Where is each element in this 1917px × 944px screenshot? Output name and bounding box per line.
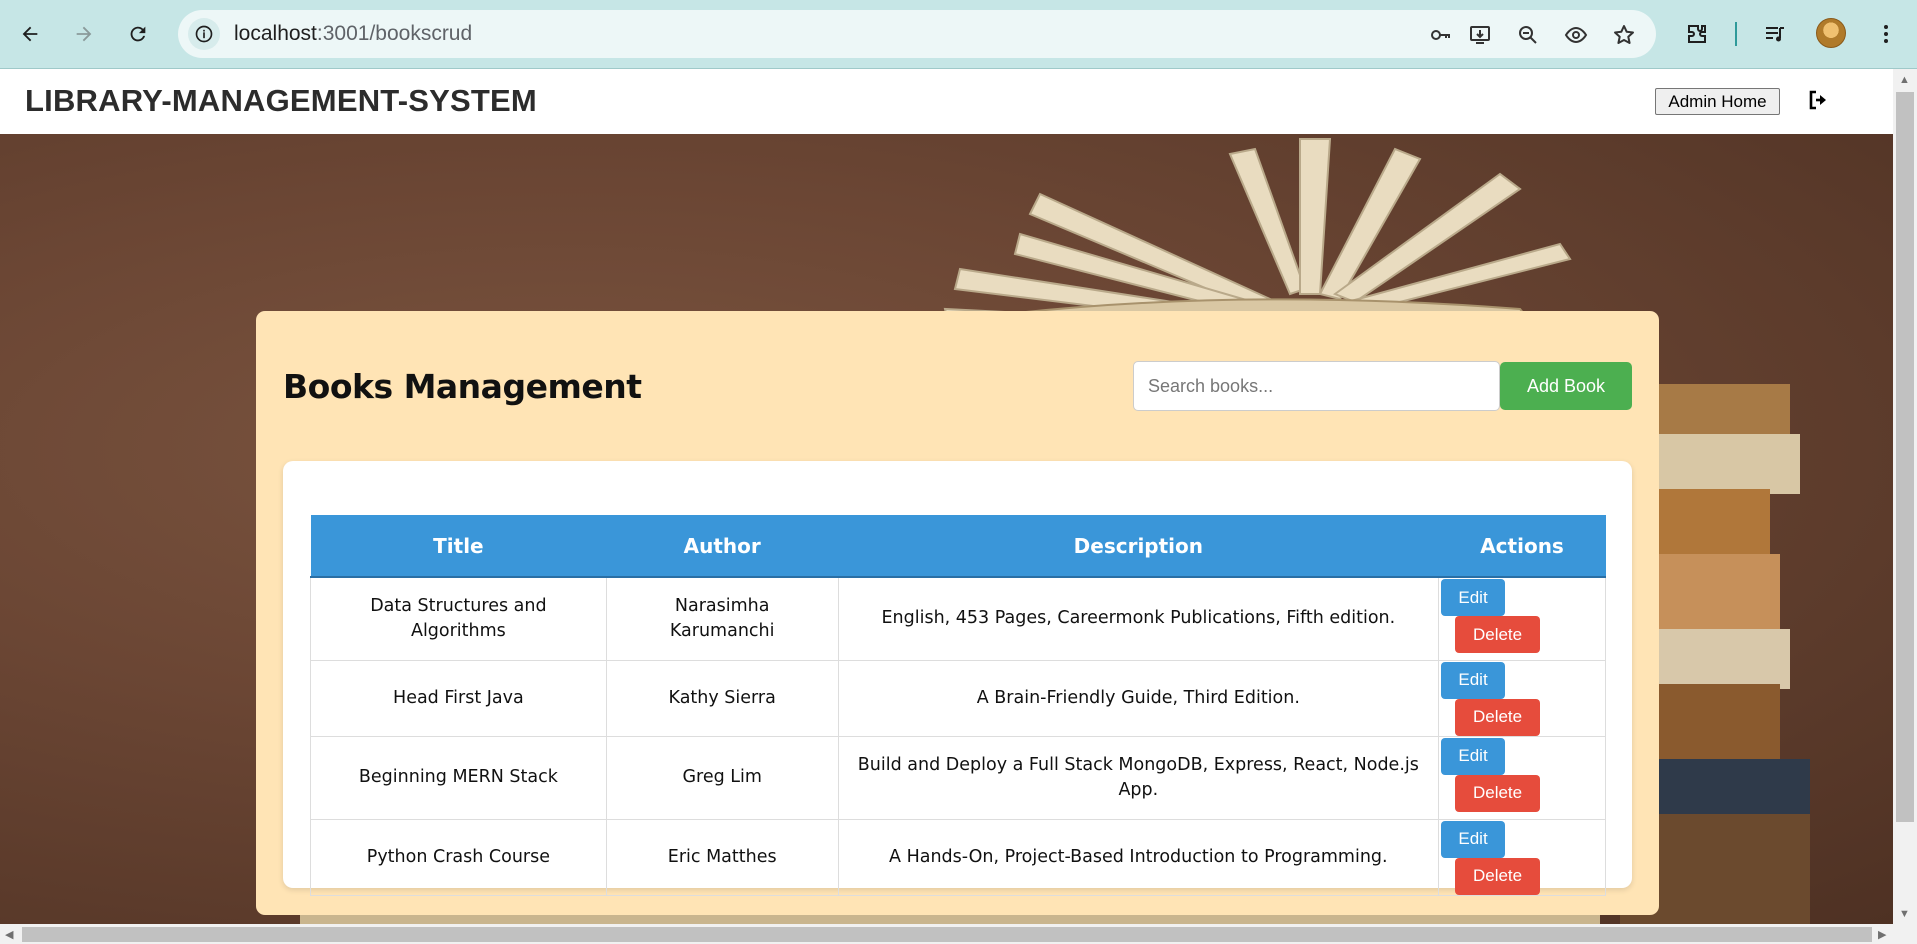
horizontal-scroll-thumb[interactable] — [22, 927, 1872, 942]
extensions-icon[interactable] — [1679, 16, 1715, 52]
eye-icon[interactable] — [1563, 22, 1589, 48]
table-row: Beginning MERN Stack Greg Lim Build and … — [310, 735, 1606, 820]
bookmark-star-icon[interactable] — [1611, 22, 1637, 48]
delete-button[interactable]: Delete — [1455, 774, 1541, 812]
table-row: Head First Java Kathy Sierra A Brain-Fri… — [310, 659, 1606, 737]
cell-author: Narasimha Karumanchi — [605, 576, 839, 661]
browser-toolbar: localhost:3001/bookscrud — [0, 0, 1917, 69]
more-menu-icon[interactable] — [1868, 16, 1904, 52]
url-text[interactable]: localhost:3001/bookscrud — [234, 22, 472, 46]
site-info-icon[interactable] — [188, 18, 220, 50]
app-title: LIBRARY-MANAGEMENT-SYSTEM — [25, 83, 537, 118]
cell-title: Beginning MERN Stack — [310, 735, 607, 820]
delete-button[interactable]: Delete — [1455, 616, 1541, 653]
logout-icon[interactable] — [1803, 85, 1833, 115]
toolbar-divider — [1735, 22, 1737, 46]
column-header-author: Author — [606, 515, 839, 578]
search-input[interactable] — [1133, 361, 1500, 411]
table-header-row: Title Author Description Actions — [310, 515, 1606, 578]
app-header: LIBRARY-MANAGEMENT-SYSTEM Admin Home — [0, 69, 1893, 134]
key-icon[interactable] — [1428, 22, 1454, 48]
cell-author: Greg Lim — [605, 735, 839, 820]
address-bar[interactable]: localhost:3001/bookscrud — [178, 10, 1656, 58]
cell-title: Python Crash Course — [310, 818, 607, 896]
table-row: Data Structures and Algorithms Narasimha… — [310, 576, 1606, 661]
books-table: Title Author Description Actions Data St… — [310, 515, 1606, 896]
edit-button[interactable]: Edit — [1441, 579, 1506, 616]
column-header-title: Title — [310, 515, 607, 578]
delete-button[interactable]: Delete — [1455, 698, 1541, 736]
edit-button[interactable]: Edit — [1441, 661, 1506, 699]
cell-actions: EditDelete — [1438, 818, 1606, 896]
install-app-icon[interactable] — [1467, 22, 1493, 48]
url-path: :3001/bookscrud — [316, 22, 473, 45]
add-book-button[interactable]: Add Book — [1500, 362, 1632, 410]
scroll-down-arrow-icon[interactable]: ▼ — [1899, 908, 1910, 920]
cell-description: A Brain-Friendly Guide, Third Edition. — [837, 659, 1440, 737]
edit-button[interactable]: Edit — [1441, 820, 1506, 858]
zoom-icon[interactable] — [1515, 22, 1541, 48]
table-card: Title Author Description Actions Data St… — [283, 461, 1632, 896]
cell-actions: EditDelete — [1438, 659, 1606, 737]
profile-avatar[interactable] — [1816, 18, 1846, 48]
admin-home-button[interactable]: Admin Home — [1655, 88, 1780, 115]
scroll-up-arrow-icon[interactable]: ▲ — [1899, 74, 1910, 86]
cell-title: Data Structures and Algorithms — [310, 576, 607, 661]
edit-button[interactable]: Edit — [1441, 737, 1506, 775]
vertical-scroll-thumb[interactable] — [1896, 92, 1914, 822]
cell-actions: EditDelete — [1438, 576, 1606, 661]
scroll-left-arrow-icon[interactable]: ◀ — [5, 928, 13, 941]
cell-description: English, 453 Pages, Careermonk Publicati… — [837, 576, 1440, 661]
cell-description: A Hands-On, Project-Based Introduction t… — [837, 818, 1440, 896]
cell-author: Eric Matthes — [605, 818, 839, 896]
books-management-panel: Books Management Add Book Title Author D… — [256, 311, 1659, 915]
cell-description: Build and Deploy a Full Stack MongoDB, E… — [837, 735, 1440, 820]
page-title: Books Management — [283, 367, 642, 406]
forward-icon[interactable] — [66, 16, 102, 52]
cell-title: Head First Java — [310, 659, 607, 737]
column-header-description: Description — [838, 515, 1439, 578]
back-icon[interactable] — [12, 16, 48, 52]
cell-author: Kathy Sierra — [605, 659, 839, 737]
delete-button[interactable]: Delete — [1455, 857, 1541, 895]
reload-icon[interactable] — [120, 16, 156, 52]
url-host: localhost — [234, 22, 317, 45]
table-row: Python Crash Course Eric Matthes A Hands… — [310, 818, 1606, 896]
scroll-right-arrow-icon[interactable]: ▶ — [1878, 928, 1886, 941]
cell-actions: EditDelete — [1438, 735, 1606, 820]
media-control-icon[interactable] — [1757, 16, 1793, 52]
column-header-actions: Actions — [1438, 515, 1606, 578]
